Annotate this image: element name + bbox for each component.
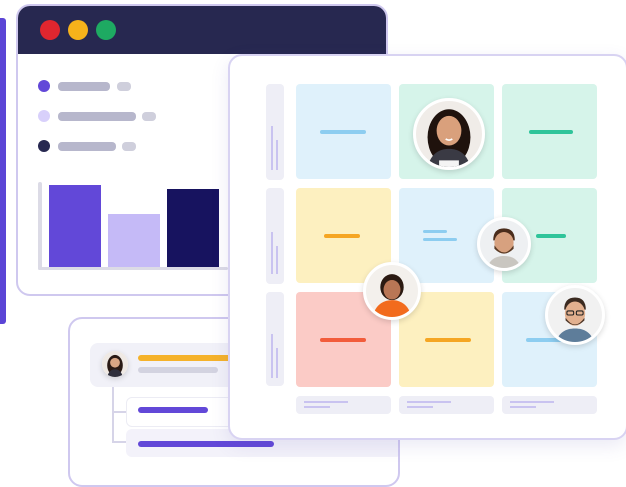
task-subtitle-placeholder: [138, 367, 218, 373]
legend-label-placeholder: [58, 142, 116, 151]
legend-value-placeholder: [122, 142, 136, 151]
column-footer: [296, 396, 391, 414]
man-glasses-avatar-icon[interactable]: [545, 285, 605, 345]
accent-bar: [0, 18, 6, 324]
row-label: [266, 188, 284, 284]
row-label: [266, 292, 284, 386]
chart-x-axis: [38, 267, 228, 270]
subtask-progress-bar: [138, 441, 274, 447]
chart-bar: [108, 214, 160, 267]
maximize-dot-icon[interactable]: [96, 20, 116, 40]
window-titlebar: [18, 6, 386, 54]
minimize-dot-icon[interactable]: [68, 20, 88, 40]
tree-connector: [112, 441, 126, 443]
subtask-progress-bar: [138, 407, 208, 413]
board-cell[interactable]: [502, 84, 597, 179]
tree-connector: [112, 411, 126, 413]
legend-value-placeholder: [142, 112, 156, 121]
woman-avatar-icon[interactable]: [413, 98, 485, 170]
close-dot-icon[interactable]: [40, 20, 60, 40]
legend-dot-light: [38, 110, 50, 122]
chart-bar: [49, 185, 101, 267]
bearded-man-avatar-icon[interactable]: [477, 217, 531, 271]
chart-bar: [167, 189, 219, 267]
legend-dot-dark: [38, 140, 50, 152]
woman-small-avatar-icon: [102, 351, 128, 377]
column-footer: [502, 396, 597, 414]
legend-label-placeholder: [58, 82, 110, 91]
woman-orange-avatar-icon[interactable]: [363, 262, 421, 320]
legend-dot-primary: [38, 80, 50, 92]
tree-connector: [112, 387, 114, 443]
board-cell[interactable]: [296, 84, 391, 179]
row-label: [266, 84, 284, 180]
legend-label-placeholder: [58, 112, 136, 121]
column-footer: [399, 396, 494, 414]
legend-value-placeholder: [117, 82, 131, 91]
chart-y-axis: [38, 182, 42, 270]
task-progress-bar: [138, 355, 238, 361]
